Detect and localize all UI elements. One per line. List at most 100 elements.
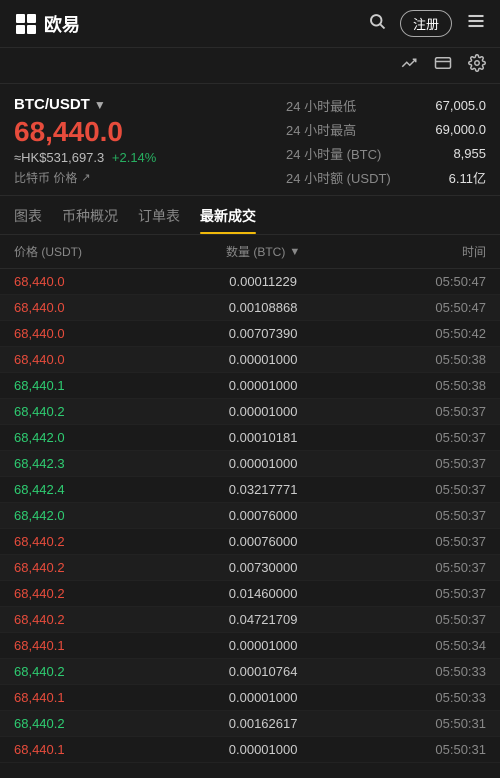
stat-label: 24 小时最低 <box>286 96 356 115</box>
trade-time: 05:50:34 <box>355 638 486 653</box>
trade-qty: 0.00001000 <box>171 742 355 757</box>
trade-qty: 0.00108868 <box>171 300 355 315</box>
chart-icon[interactable] <box>400 54 418 77</box>
trade-price: 68,440.2 <box>14 534 171 549</box>
col-price-header: 价格 (USDT) <box>14 243 171 260</box>
trade-row: 68,440.2 0.00010764 05:50:33 <box>0 659 500 685</box>
trade-time: 05:50:42 <box>355 326 486 341</box>
trade-qty: 0.00001000 <box>171 378 355 393</box>
trade-list: 价格 (USDT) 数量 (BTC) ▼ 时间 68,440.0 0.00011… <box>0 235 500 763</box>
header: 欧易 注册 <box>0 0 500 48</box>
stat-label: 24 小时最高 <box>286 120 356 139</box>
trade-qty: 0.00730000 <box>171 560 355 575</box>
trade-row: 68,440.0 0.00108868 05:50:47 <box>0 295 500 321</box>
trade-row: 68,440.1 0.00001000 05:50:38 <box>0 373 500 399</box>
stat-value: 69,000.0 <box>435 122 486 137</box>
trade-row: 68,440.2 0.00162617 05:50:31 <box>0 711 500 737</box>
trade-qty: 0.00001000 <box>171 690 355 705</box>
trade-time: 05:50:37 <box>355 430 486 445</box>
tab-overview[interactable]: 币种概况 <box>62 196 118 234</box>
tab-orderbook[interactable]: 订单表 <box>138 196 180 234</box>
stat-value: 8,955 <box>453 146 486 161</box>
col-qty-label: 数量 (BTC) <box>226 243 285 260</box>
trade-time: 05:50:37 <box>355 508 486 523</box>
trade-time: 05:50:38 <box>355 352 486 367</box>
trade-time: 05:50:37 <box>355 586 486 601</box>
stat-row: 24 小时最低 67,005.0 <box>286 96 486 115</box>
filter-icon[interactable]: ▼ <box>289 246 300 258</box>
search-icon[interactable] <box>368 12 386 35</box>
trade-qty: 0.03217771 <box>171 482 355 497</box>
stat-row: 24 小时量 (BTC) 8,955 <box>286 144 486 163</box>
trade-price: 68,442.0 <box>14 430 171 445</box>
list-header: 价格 (USDT) 数量 (BTC) ▼ 时间 <box>0 235 500 269</box>
trade-qty: 0.04721709 <box>171 612 355 627</box>
trade-qty: 0.00010181 <box>171 430 355 445</box>
trade-row: 68,440.1 0.00001000 05:50:33 <box>0 685 500 711</box>
trade-rows-container: 68,440.0 0.00011229 05:50:47 68,440.0 0.… <box>0 269 500 763</box>
trade-price: 68,440.1 <box>14 378 171 393</box>
stat-row: 24 小时最高 69,000.0 <box>286 120 486 139</box>
trade-price: 68,440.2 <box>14 404 171 419</box>
trade-row: 68,442.3 0.00001000 05:50:37 <box>0 451 500 477</box>
trade-price: 68,440.0 <box>14 352 171 367</box>
price-change: +2.14% <box>112 150 156 165</box>
trade-qty: 0.00076000 <box>171 508 355 523</box>
btc-label-text: 比特币 价格 <box>14 169 77 186</box>
col-qty-header: 数量 (BTC) ▼ <box>171 243 355 260</box>
card-icon[interactable] <box>434 54 452 77</box>
trade-qty: 0.00001000 <box>171 352 355 367</box>
trade-price: 68,442.3 <box>14 456 171 471</box>
btc-label: 比特币 价格 ↗ <box>14 169 286 186</box>
trade-row: 68,440.2 0.00730000 05:50:37 <box>0 555 500 581</box>
trading-pair[interactable]: BTC/USDT ▼ <box>14 96 286 113</box>
settings-icon[interactable] <box>468 54 486 77</box>
stat-row: 24 小时额 (USDT) 6.11亿 <box>286 168 486 187</box>
price-area: BTC/USDT ▼ 68,440.0 ≈HK$531,697.3 +2.14%… <box>0 84 500 196</box>
external-link-icon[interactable]: ↗ <box>81 171 90 184</box>
tabs-bar: 图表币种概况订单表最新成交 <box>0 196 500 235</box>
trade-qty: 0.00707390 <box>171 326 355 341</box>
trade-price: 68,440.1 <box>14 690 171 705</box>
stat-value: 6.11亿 <box>449 168 486 187</box>
trade-time: 05:50:37 <box>355 456 486 471</box>
trade-time: 05:50:31 <box>355 716 486 731</box>
trade-row: 68,440.2 0.00001000 05:50:37 <box>0 399 500 425</box>
trade-row: 68,442.4 0.03217771 05:50:37 <box>0 477 500 503</box>
trade-price: 68,440.2 <box>14 586 171 601</box>
logo-icon <box>14 12 38 36</box>
trade-price: 68,440.1 <box>14 638 171 653</box>
tab-chart[interactable]: 图表 <box>14 196 42 234</box>
trade-time: 05:50:37 <box>355 534 486 549</box>
trade-row: 68,440.0 0.00707390 05:50:42 <box>0 321 500 347</box>
price-left: BTC/USDT ▼ 68,440.0 ≈HK$531,697.3 +2.14%… <box>14 96 286 187</box>
trade-time: 05:50:31 <box>355 742 486 757</box>
trade-qty: 0.00001000 <box>171 638 355 653</box>
trade-row: 68,440.1 0.00001000 05:50:34 <box>0 633 500 659</box>
header-actions: 注册 <box>368 10 486 37</box>
trade-price: 68,442.0 <box>14 508 171 523</box>
trade-row: 68,442.0 0.00076000 05:50:37 <box>0 503 500 529</box>
trade-price: 68,440.0 <box>14 326 171 341</box>
pair-label: BTC/USDT <box>14 96 90 113</box>
tab-trades[interactable]: 最新成交 <box>200 196 256 234</box>
trade-time: 05:50:33 <box>355 690 486 705</box>
trade-price: 68,440.2 <box>14 716 171 731</box>
main-price: 68,440.0 <box>14 117 286 148</box>
trade-qty: 0.01460000 <box>171 586 355 601</box>
trade-qty: 0.00011229 <box>171 274 355 289</box>
trade-time: 05:50:37 <box>355 482 486 497</box>
register-button[interactable]: 注册 <box>400 10 452 37</box>
col-time-header: 时间 <box>355 243 486 260</box>
logo-text: 欧易 <box>44 11 80 37</box>
trade-price: 68,440.0 <box>14 274 171 289</box>
trade-price: 68,440.2 <box>14 560 171 575</box>
trade-time: 05:50:37 <box>355 404 486 419</box>
trade-row: 68,440.2 0.01460000 05:50:37 <box>0 581 500 607</box>
stat-label: 24 小时量 (BTC) <box>286 144 381 163</box>
sub-header <box>0 48 500 84</box>
trade-qty: 0.00001000 <box>171 456 355 471</box>
trade-row: 68,440.1 0.00001000 05:50:31 <box>0 737 500 763</box>
menu-icon[interactable] <box>466 11 486 36</box>
trade-qty: 0.00162617 <box>171 716 355 731</box>
